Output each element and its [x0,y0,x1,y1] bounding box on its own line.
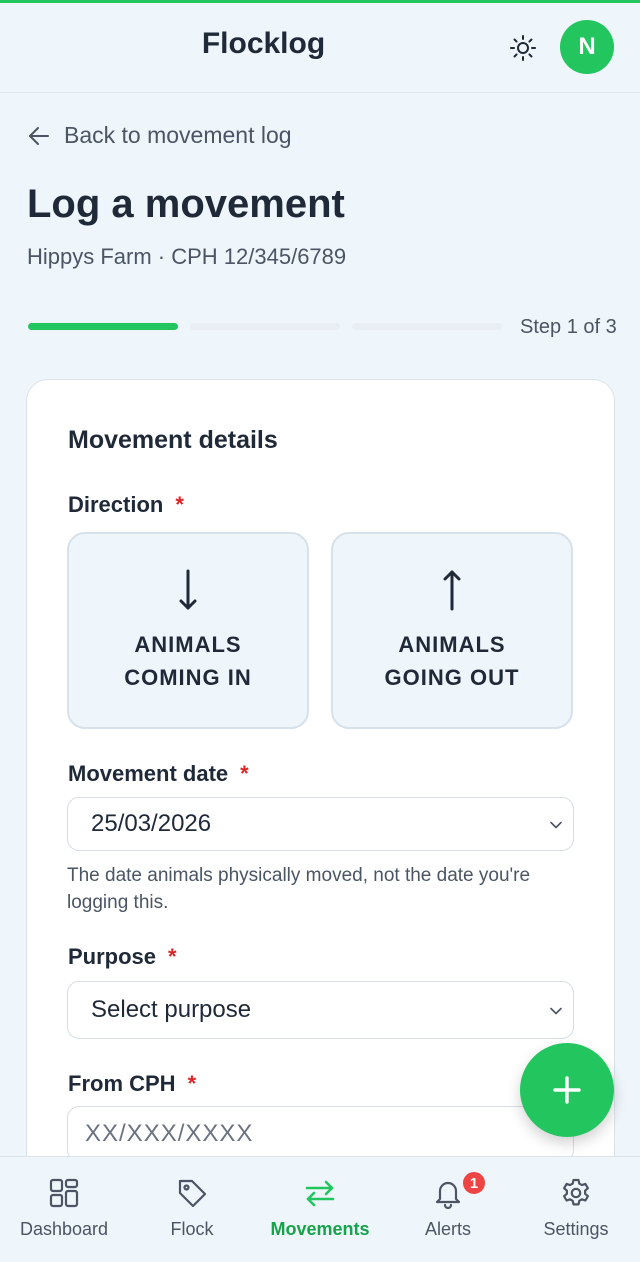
app-title: Flocklog [201,27,326,60]
arrow-down-icon [179,569,197,609]
step-progress-bar [28,323,502,330]
from-cph-label: From CPH * [68,1071,196,1097]
chevron-down-icon [550,1007,562,1015]
nav-item-alerts[interactable]: 1 Alerts [384,1157,512,1262]
plus-icon [553,1076,581,1104]
nav-item-flock[interactable]: Flock [128,1157,256,1262]
bottom-navigation: Dashboard Flock Movements 1 Alerts Setti… [0,1156,640,1262]
direction-going-out-label: ANIMALS GOING OUT [384,631,520,690]
required-marker: * [240,761,249,786]
movement-date-help-text: The date animals physically moved, not t… [67,865,531,913]
required-marker: * [175,492,184,517]
tag-icon [178,1179,207,1208]
required-marker: * [168,944,177,969]
nav-item-dashboard[interactable]: Dashboard [0,1157,128,1262]
nav-label-dashboard: Dashboard [19,1219,109,1239]
progress-segment-1 [28,323,178,330]
direction-coming-in-button[interactable]: ANIMALS COMING IN [67,532,309,729]
page-title: Log a movement [27,182,345,226]
progress-segment-3 [352,323,502,330]
bell-icon [435,1181,461,1209]
nav-label-alerts: Alerts [424,1219,471,1239]
arrow-left-icon [29,126,49,145]
page-subtitle: Hippys Farm · CPH 12/345/6789 [27,244,347,269]
from-cph-input[interactable] [67,1106,574,1162]
required-marker: * [187,1071,197,1096]
purpose-value: Select purpose [91,996,252,1023]
sun-icon [510,35,536,61]
movement-date-select[interactable]: 25/03/2026 [67,797,574,851]
nav-label-movements: Movements [270,1219,370,1239]
direction-label: Direction * [68,492,184,518]
direction-coming-in-label: ANIMALS COMING IN [124,631,252,690]
app-header: Flocklog N [0,3,640,93]
direction-label-text: Direction [68,492,164,517]
movement-date-label-text: Movement date [68,761,229,786]
from-cph-label-text: From CPH [68,1071,176,1096]
grid-icon [49,1178,79,1208]
purpose-label-text: Purpose [68,944,157,969]
progress-segment-2 [190,323,340,330]
swap-arrows-icon [305,1180,335,1207]
nav-item-settings[interactable]: Settings [512,1157,640,1262]
purpose-label: Purpose * [68,944,177,970]
nav-item-movements[interactable]: Movements [256,1157,384,1262]
gear-icon [563,1178,589,1206]
back-link-label: Back to movement log [64,122,292,148]
movement-date-value: 25/03/2026 [91,810,212,837]
section-title: Movement details [68,426,278,454]
alerts-badge: 1 [461,1170,487,1196]
user-avatar[interactable]: N [560,20,614,74]
arrow-up-icon [443,570,461,610]
theme-toggle-button[interactable] [508,33,538,63]
direction-going-out-button[interactable]: ANIMALS GOING OUT [331,532,573,729]
chevron-down-icon [550,821,562,829]
back-to-movement-log-link[interactable]: Back to movement log [28,122,292,149]
nav-label-flock: Flock [170,1219,214,1239]
movement-date-label: Movement date * [68,761,249,787]
nav-label-settings: Settings [543,1219,609,1239]
step-indicator: Step 1 of 3 [520,316,617,338]
add-button[interactable] [520,1043,614,1137]
purpose-select[interactable]: Select purpose [67,981,574,1039]
